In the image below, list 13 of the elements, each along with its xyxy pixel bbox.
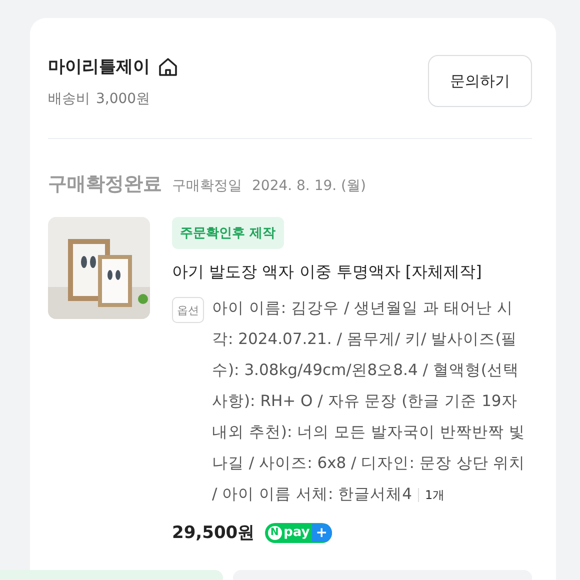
contact-button[interactable]: 문의하기 [428, 55, 532, 107]
order-status: 구매확정완료 [48, 172, 162, 197]
confirm-date-label: 구매확정일 [172, 177, 242, 195]
shipping-fee: 3,000원 [96, 90, 150, 108]
shipping-label: 배송비 [48, 90, 90, 108]
option-text: 아이 이름: 김강우 / 생년월일 과 태어난 시각: 2024.07.21. / 몸무게/ 키/ 발사이즈(필수): 3.08kg/49cm/왼8오8.4 / 혈액형(선택사항): RH+ O / 자유 문장 (한글 기준 19자 내외 추천): 너의 모든 발자국이 반짝반짝 빛나길 / 사이즈: 6x8 / 디자인: 문장 상단 위치 / 아이 이름 서체: 한글서체4 1개 [212, 298, 526, 505]
product-title[interactable]: 아기 발도장 액자 이중 투명액자 [자체제작] [172, 262, 482, 283]
price: 29,500원 [172, 522, 255, 544]
npay-badge: N pay + [264, 522, 332, 542]
confirm-date: 2024. 8. 19. (월) [252, 177, 366, 195]
option-tag: 옵션 [172, 297, 204, 323]
store-name[interactable]: 마이리틀제이 [48, 55, 150, 78]
made-to-order-tag: 주문확인후 제작 [172, 217, 284, 249]
